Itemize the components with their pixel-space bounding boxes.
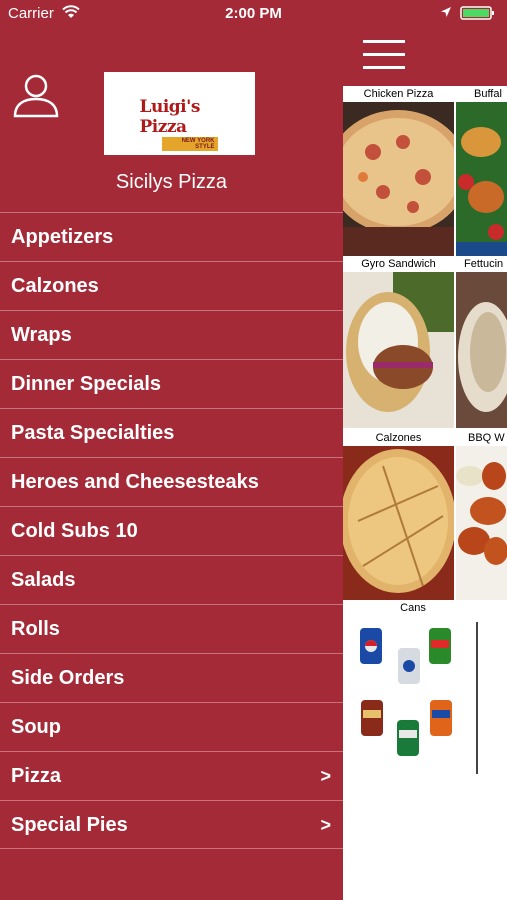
menu-item-cold-subs[interactable]: Cold Subs 10 xyxy=(0,506,343,555)
menu-item-label: Rolls xyxy=(11,618,60,640)
menu-item-label: Special Pies xyxy=(11,814,128,836)
menu-item-soup[interactable]: Soup xyxy=(0,702,343,751)
tile-label: Calzones xyxy=(343,430,454,446)
menu-item-special-pies[interactable]: Special Pies > xyxy=(0,800,343,849)
menu-item-side-orders[interactable]: Side Orders xyxy=(0,653,343,702)
menu-item-label: Dinner Specials xyxy=(11,373,162,395)
menu-item-label: Cold Subs 10 xyxy=(11,520,138,542)
menu-item-label: Wraps xyxy=(11,324,72,346)
menu-item-heroes-cheesesteaks[interactable]: Heroes and Cheesesteaks xyxy=(0,457,343,506)
menu-item-pizza[interactable]: Pizza > xyxy=(0,751,343,800)
battery-icon xyxy=(460,6,494,20)
menu-item-label: Calzones xyxy=(11,275,99,297)
chevron-right-icon: > xyxy=(320,815,331,835)
product-tile-buffalo[interactable]: Buffal xyxy=(456,86,507,256)
main-content: Chicken Pizza Buffal Gyro Sandwich Fettu… xyxy=(343,28,507,900)
content-header xyxy=(343,28,507,86)
logo-subtitle: NEW YORK STYLE xyxy=(161,136,218,151)
menu-item-rolls[interactable]: Rolls xyxy=(0,604,343,653)
menu-item-label: Soup xyxy=(11,716,61,738)
status-time: 2:00 PM xyxy=(225,5,282,22)
product-tile-calzones[interactable]: Calzones xyxy=(343,430,454,600)
product-tile-cans[interactable]: Cans xyxy=(343,600,483,780)
menu-item-label: Heroes and Cheesesteaks xyxy=(11,471,259,493)
menu-item-label: Pizza xyxy=(11,765,62,787)
product-tile-fettuccine[interactable]: Fettucin xyxy=(456,256,507,428)
tile-label: Gyro Sandwich xyxy=(343,256,454,272)
buffalo-wings-image xyxy=(456,102,507,256)
cans-image xyxy=(343,618,473,770)
chicken-pizza-image xyxy=(343,102,454,256)
bbq-wings-image xyxy=(456,446,507,600)
gyro-sandwich-image xyxy=(343,272,454,428)
side-menu: Luigi's Pizza NEW YORK STYLE Sicilys Piz… xyxy=(0,28,343,900)
menu-item-label: Appetizers xyxy=(11,226,114,248)
status-bar: Carrier 2:00 PM xyxy=(0,0,507,28)
product-tile-bbq-wings[interactable]: BBQ W xyxy=(456,430,507,600)
product-tile-chicken-pizza[interactable]: Chicken Pizza xyxy=(343,86,454,256)
tile-label: Fettucin xyxy=(456,256,507,272)
menu-item-label: Pasta Specialties xyxy=(11,422,175,444)
menu-item-pasta-specialties[interactable]: Pasta Specialties xyxy=(0,408,343,457)
menu-item-wraps[interactable]: Wraps xyxy=(0,310,343,359)
fettuccine-image xyxy=(456,272,507,428)
menu-item-salads[interactable]: Salads xyxy=(0,555,343,604)
tile-label: Buffal xyxy=(456,86,507,102)
chevron-right-icon: > xyxy=(320,766,331,786)
menu-item-appetizers[interactable]: Appetizers xyxy=(0,212,343,261)
menu-item-calzones[interactable]: Calzones xyxy=(0,261,343,310)
restaurant-logo: Luigi's Pizza NEW YORK STYLE xyxy=(104,72,255,155)
product-tile-gyro-sandwich[interactable]: Gyro Sandwich xyxy=(343,256,454,428)
tile-label: BBQ W xyxy=(456,430,507,446)
menu-item-label: Side Orders xyxy=(11,667,125,689)
menu-item-label: Salads xyxy=(11,569,76,591)
divider-line xyxy=(476,622,478,774)
menu-item-dinner-specials[interactable]: Dinner Specials xyxy=(0,359,343,408)
category-menu: Appetizers Calzones Wraps Dinner Special… xyxy=(0,212,343,849)
user-profile-icon[interactable] xyxy=(12,72,60,118)
tile-label: Chicken Pizza xyxy=(343,86,454,102)
logo-title: Luigi's Pizza xyxy=(139,96,201,137)
location-arrow-icon xyxy=(441,7,451,17)
store-name: Sicilys Pizza xyxy=(115,171,228,193)
calzones-image xyxy=(343,446,454,600)
hamburger-menu-icon[interactable] xyxy=(363,40,405,70)
tile-label: Cans xyxy=(343,600,483,616)
